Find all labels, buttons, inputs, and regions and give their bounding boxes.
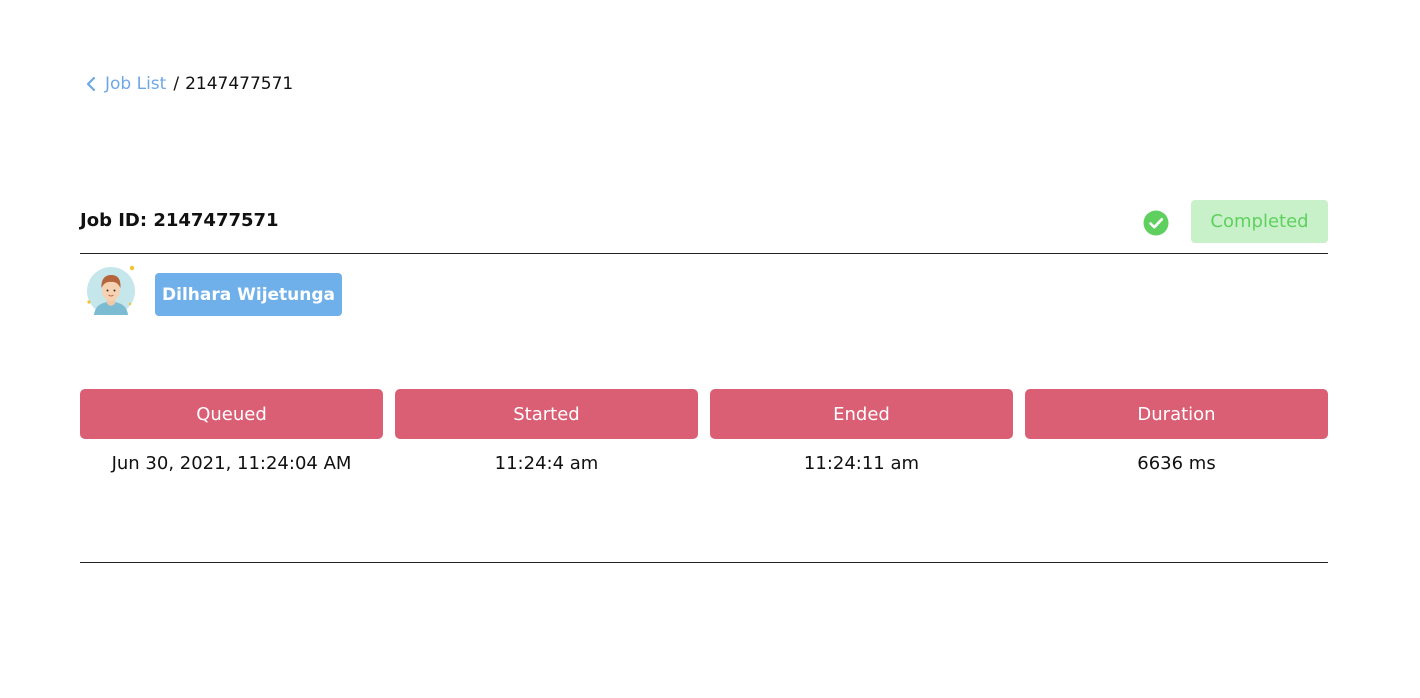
user-avatar — [87, 265, 135, 315]
breadcrumb-current: 2147477571 — [185, 74, 294, 94]
back-to-job-list-link[interactable]: Job List — [86, 74, 166, 94]
duration-value: 6636 ms — [1137, 453, 1216, 474]
status-badge: Completed — [1191, 200, 1328, 243]
check-circle-icon — [1143, 210, 1169, 236]
duration-header: Duration — [1025, 389, 1328, 439]
queued-header: Queued — [80, 389, 383, 439]
divider-bottom — [80, 562, 1328, 563]
chevron-left-icon — [86, 76, 96, 92]
breadcrumb: Job List / 2147477571 — [86, 72, 293, 96]
breadcrumb-job-list-label[interactable]: Job List — [105, 74, 166, 94]
breadcrumb-separator: / — [173, 74, 180, 94]
user-name-chip[interactable]: Dilhara Wijetunga — [155, 273, 343, 316]
divider-top — [80, 253, 1328, 254]
started-header: Started — [395, 389, 698, 439]
ended-header: Ended — [710, 389, 1013, 439]
started-value: 11:24:4 am — [494, 453, 599, 474]
job-header: Job ID: 2147477571 Completed — [80, 200, 1328, 244]
queued-value: Jun 30, 2021, 11:24:04 AM — [111, 453, 352, 474]
ended-value: 11:24:11 am — [803, 453, 920, 474]
timing-column-ended: Ended 11:24:11 am — [710, 389, 1013, 474]
timing-column-started: Started 11:24:4 am — [395, 389, 698, 474]
timing-column-duration: Duration 6636 ms — [1025, 389, 1328, 474]
job-id-title: Job ID: 2147477571 — [80, 210, 279, 231]
timing-table: Queued Jun 30, 2021, 11:24:04 AM Started… — [80, 389, 1328, 474]
timing-column-queued: Queued Jun 30, 2021, 11:24:04 AM — [80, 389, 383, 474]
